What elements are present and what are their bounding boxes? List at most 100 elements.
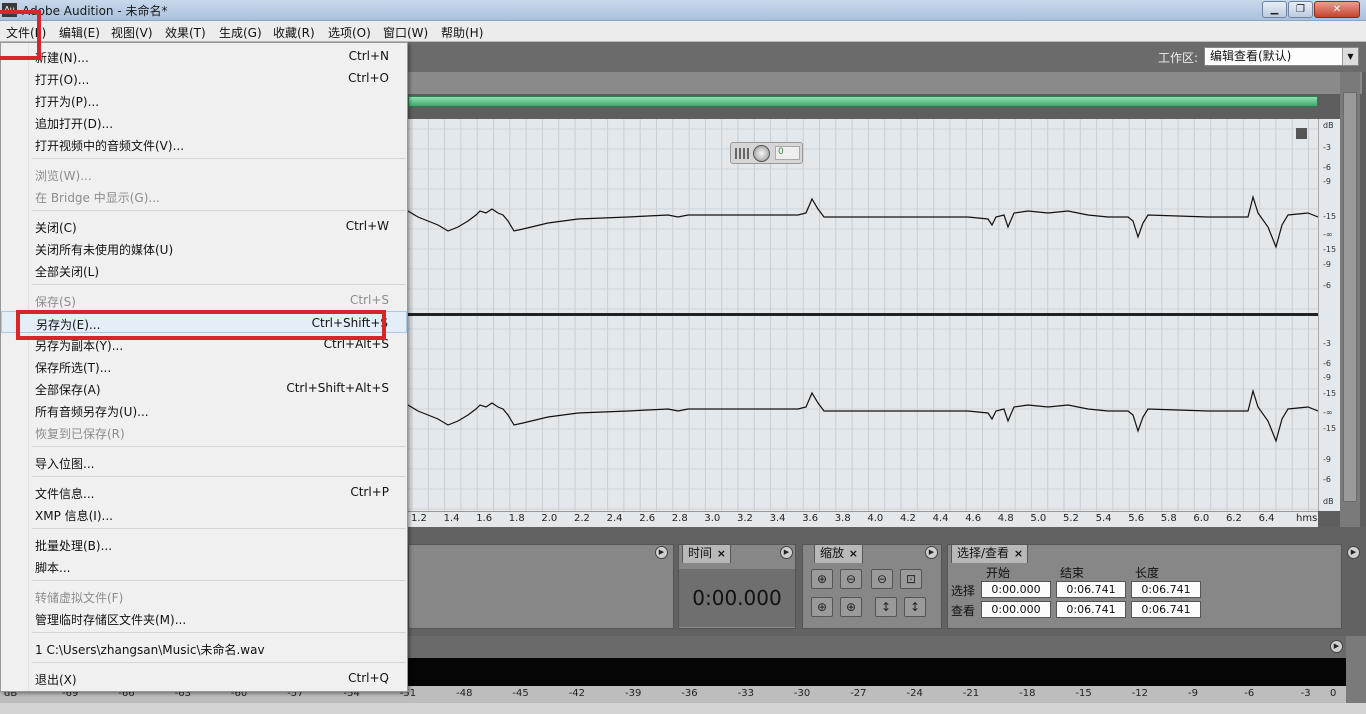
menu-effects[interactable]: 效果(T): [165, 24, 206, 41]
vertical-scrollbar[interactable]: [1340, 72, 1360, 527]
file-menu-item[interactable]: 1 C:\Users\zhangsan\Music\未命名.wav: [1, 637, 407, 659]
selection-view-panel: 选择/查看 × 开始 结束 长度 选择 查看 0:00.000 0:06.741…: [947, 544, 1342, 629]
select-end-field[interactable]: 0:06.741: [1056, 581, 1126, 598]
file-menu-item-shortcut: Ctrl+Shift+Alt+S: [286, 381, 389, 395]
panel-menu-icon[interactable]: ▶: [655, 546, 668, 559]
db-tick-label: -9: [1323, 373, 1331, 382]
file-menu-item[interactable]: 脚本...: [1, 555, 407, 577]
close-button[interactable]: ✕: [1314, 1, 1360, 18]
time-tick-label: 4.6: [965, 513, 982, 524]
tab-selection-view[interactable]: 选择/查看 ×: [951, 544, 1029, 563]
scroll-thumb[interactable]: [1343, 92, 1357, 502]
file-menu-item-label: 新建(N)...: [35, 51, 89, 65]
panel-menu-icon[interactable]: ▶: [925, 546, 938, 559]
file-menu-item-label: 保存(S): [35, 295, 76, 309]
zoom-right-edge-icon[interactable]: ⊕: [840, 597, 862, 617]
file-menu-item[interactable]: 全部保存(A) Ctrl+Shift+Alt+S: [1, 377, 407, 399]
meter-tick-label: -3: [1300, 688, 1311, 699]
file-menu-item[interactable]: 保存所选(T)...: [1, 355, 407, 377]
time-tick-label: 1.6: [476, 513, 493, 524]
gain-control[interactable]: 0: [730, 142, 803, 164]
select-length-field[interactable]: 0:06.741: [1131, 581, 1201, 598]
file-menu-item[interactable]: 打开视频中的音频文件(V)...: [1, 133, 407, 155]
file-menu-item[interactable]: 追加打开(D)...: [1, 111, 407, 133]
zoom-in-horizontal-icon[interactable]: ⊕: [811, 569, 833, 589]
file-menu-item[interactable]: 打开(O)... Ctrl+O: [1, 67, 407, 89]
menu-help[interactable]: 帮助(H): [441, 24, 483, 41]
zoom-corner-icon[interactable]: [1296, 128, 1307, 139]
db-tick-label: -15: [1323, 389, 1337, 398]
editor-header: [408, 72, 1362, 94]
row-view-label: 查看: [951, 604, 976, 618]
view-length-field[interactable]: 0:06.741: [1131, 601, 1201, 618]
tab-time[interactable]: 时间 ×: [682, 544, 732, 563]
meter-tick-label: -30: [793, 688, 811, 699]
time-tick-label: 1.4: [443, 513, 460, 524]
file-menu-item[interactable]: 导入位图...: [1, 451, 407, 473]
file-menu-item-label: 保存所选(T)...: [35, 361, 112, 375]
file-menu-item[interactable]: 关闭所有未使用的媒体(U): [1, 237, 407, 259]
time-tick-label: 3.2: [737, 513, 753, 524]
close-icon[interactable]: ×: [717, 545, 726, 562]
file-menu-item[interactable]: 退出(X) Ctrl+Q: [1, 667, 407, 689]
meter-tick-label: -21: [962, 688, 980, 699]
gain-knob[interactable]: [753, 145, 770, 162]
zoom-out-vertical-icon[interactable]: ↕: [904, 597, 926, 617]
view-end-field[interactable]: 0:06.741: [1056, 601, 1126, 618]
waveform-display[interactable]: [408, 119, 1318, 511]
zoom-in-vertical-icon[interactable]: ↕: [875, 597, 897, 617]
menu-generate[interactable]: 生成(G): [219, 24, 262, 41]
menu-window[interactable]: 窗口(W): [383, 24, 428, 41]
time-tick-label: 2.2: [574, 513, 590, 524]
file-menu-item[interactable]: 打开为(P)...: [1, 89, 407, 111]
tab-zoom[interactable]: 缩放 ×: [814, 544, 864, 563]
file-menu-item[interactable]: 关闭(C) Ctrl+W: [1, 215, 407, 237]
zoom-left-edge-icon[interactable]: ⊕: [811, 597, 833, 617]
panel-menu-icon[interactable]: ▶: [1347, 546, 1360, 559]
close-icon[interactable]: ×: [1014, 545, 1023, 562]
file-menu-item[interactable]: 新建(N)... Ctrl+N: [1, 45, 407, 67]
overview-scrollbar[interactable]: [408, 96, 1318, 107]
menu-favorites[interactable]: 收藏(R): [273, 24, 315, 41]
gain-value[interactable]: 0: [775, 146, 800, 160]
menu-view[interactable]: 视图(V): [111, 24, 153, 41]
zoom-out-full-icon[interactable]: ⊖: [871, 569, 893, 589]
db-tick-label: -3: [1323, 339, 1331, 348]
file-menu-item-label: 1 C:\Users\zhangsan\Music\未命名.wav: [35, 643, 265, 657]
time-tick-label: 3.0: [704, 513, 721, 524]
file-menu-item-label: 在 Bridge 中显示(G)...: [35, 191, 160, 205]
tab-selection-label: 选择/查看: [957, 546, 1010, 560]
file-menu-dropdown: 新建(N)... Ctrl+N 打开(O)... Ctrl+O 打开为(P)... 追加打…: [0, 42, 408, 692]
file-menu-item[interactable]: 管理临时存储区文件夹(M)...: [1, 607, 407, 629]
file-menu-item[interactable]: 批量处理(B)...: [1, 533, 407, 555]
panel-menu-icon[interactable]: ▶: [1330, 640, 1343, 653]
db-tick-label: -6: [1323, 359, 1331, 368]
close-icon[interactable]: ×: [849, 545, 858, 562]
file-menu-item-label: 打开视频中的音频文件(V)...: [35, 139, 185, 153]
meter-tick-label: -18: [1019, 688, 1036, 699]
zoom-out-horizontal-icon[interactable]: ⊖: [840, 569, 862, 589]
file-menu-item[interactable]: 文件信息... Ctrl+P: [1, 481, 407, 503]
time-tick-label: 2.0: [541, 513, 558, 524]
db-tick-label: -∞: [1323, 408, 1333, 417]
view-start-field[interactable]: 0:00.000: [981, 601, 1051, 618]
header-length: 长度: [1135, 566, 1160, 580]
time-tick-label: 4.8: [997, 513, 1014, 524]
file-menu-item[interactable]: 所有音频另存为(U)...: [1, 399, 407, 421]
maximize-button[interactable]: ❐: [1288, 1, 1313, 18]
db-ruler: dB -3 -6 -9 -15 -∞ -15 -9 -6 -3 -6 -9 -15 -∞ -15 -9 -6 dB: [1318, 119, 1340, 511]
zoom-selection-icon[interactable]: ⊡: [900, 569, 922, 589]
db-tick-label: -6: [1323, 281, 1331, 290]
file-menu-item[interactable]: 全部关闭(L): [1, 259, 407, 281]
workspace-select[interactable]: 编辑查看(默认) ▼: [1204, 47, 1359, 66]
minimize-button[interactable]: ▁: [1262, 1, 1287, 18]
time-tick-label: 4.0: [867, 513, 884, 524]
time-tick-label: 3.4: [769, 513, 786, 524]
select-start-field[interactable]: 0:00.000: [981, 581, 1051, 598]
menu-options[interactable]: 选项(O): [328, 24, 371, 41]
file-menu-item[interactable]: XMP 信息(I)...: [1, 503, 407, 525]
db-tick-label: -9: [1323, 455, 1331, 464]
menu-edit[interactable]: 编辑(E): [59, 24, 100, 41]
panel-menu-icon[interactable]: ▶: [780, 546, 793, 559]
file-menu-item-label: 脚本...: [35, 561, 71, 575]
